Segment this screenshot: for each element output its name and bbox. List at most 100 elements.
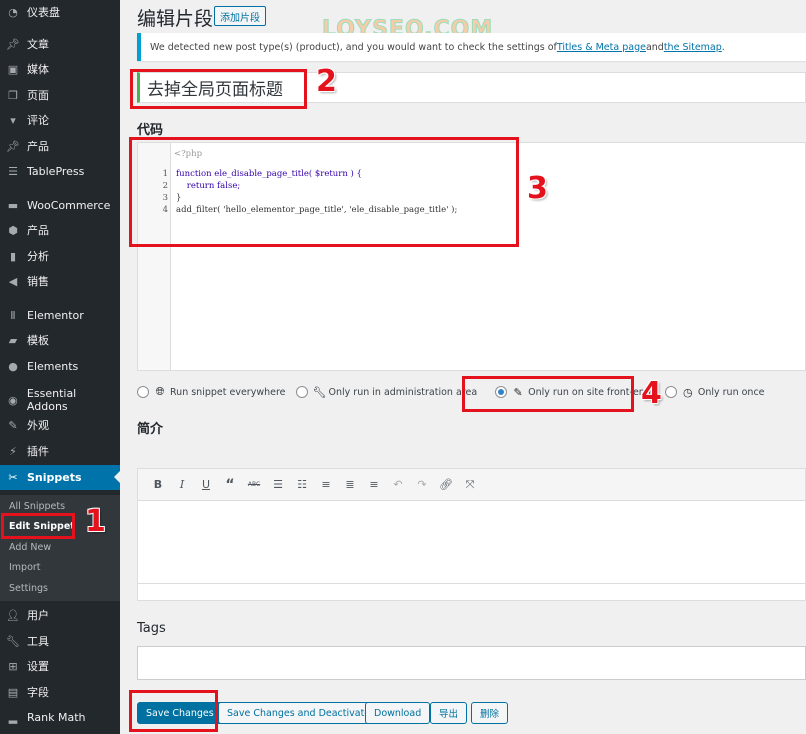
media-icon: ▣ <box>7 62 19 76</box>
plugin-icon: ⚡︎ <box>9 444 17 458</box>
sidebar-item-posts[interactable]: 📌︎ 文章 <box>0 32 120 56</box>
clock-icon: ◷ <box>683 385 693 399</box>
sidebar-item-tools[interactable]: 🔧︎ 工具 <box>0 629 120 653</box>
table-icon: ☰ <box>8 164 18 178</box>
align-right-icon[interactable]: ≡ <box>362 475 386 495</box>
pages-icon: ❐ <box>8 88 18 102</box>
dashboard-icon: ◔ <box>8 5 18 19</box>
editor-toolbar: B I U “ ABC ☰ ☷ ≡ ≣ ≡ ↶ ↷ 🔗︎ ⤧ <box>138 469 805 501</box>
download-button[interactable]: Download <box>365 702 431 724</box>
code-label: 代码 <box>137 123 164 138</box>
wrench-icon: 🔧︎ <box>312 385 327 399</box>
radio-admin[interactable] <box>295 386 308 398</box>
radio-once[interactable] <box>664 386 677 398</box>
align-left-icon[interactable]: ≡ <box>314 475 338 495</box>
blockquote-icon[interactable]: “ <box>218 475 242 495</box>
ea-icon: ◉ <box>8 393 18 407</box>
comment-icon: ▾ <box>10 113 16 127</box>
box-icon: ⬢ <box>8 223 18 237</box>
bullet-list-icon[interactable]: ☰ <box>266 475 290 495</box>
save-deactivate-button[interactable]: Save Changes and Deactivate <box>218 702 380 724</box>
scissors-icon: ✂ <box>8 471 18 484</box>
underline-icon[interactable]: U <box>194 475 218 495</box>
sidebar-item-tablepress[interactable]: ☰ TablePress <box>0 159 120 183</box>
megaphone-icon: ◀ <box>8 274 18 288</box>
redo-icon[interactable]: ↷ <box>410 475 434 495</box>
sidebar-item-wc-products[interactable]: ⬢ 产品 <box>0 218 120 242</box>
scope-once[interactable]: ◷ Only run once <box>664 385 765 399</box>
sidebar-item-elementor[interactable]: Ⅱ Elementor <box>0 303 120 327</box>
add-new-snippet-button[interactable]: 添加片段 <box>214 6 266 26</box>
annotation-box-3 <box>129 137 519 247</box>
sidebar-item-appearance[interactable]: ✎ 外观 <box>0 413 120 437</box>
undo-icon[interactable]: ↶ <box>386 475 410 495</box>
submenu-all-snippets[interactable]: All Snippets <box>9 501 65 512</box>
sidebar-item-plugins[interactable]: ⚡︎ 插件 <box>0 439 120 463</box>
scope-admin[interactable]: 🔧︎ Only run in administration area <box>295 385 477 399</box>
sidebar-item-analytics[interactable]: ▮ 分析 <box>0 244 120 268</box>
sidebar-item-marketing[interactable]: ◀ 销售 <box>0 269 120 293</box>
annotation-box-4 <box>462 376 634 412</box>
chart-icon: ▮ <box>9 249 17 263</box>
annotation-number-3: 3 <box>527 171 548 206</box>
sidebar-item-snippets[interactable]: ✂ Snippets <box>0 465 120 490</box>
delete-button[interactable]: 删除 <box>471 702 509 724</box>
annotation-number-4: 4 <box>641 376 662 411</box>
titles-meta-link[interactable]: Titles & Meta page <box>557 42 646 53</box>
link-icon[interactable]: 🔗︎ <box>434 475 458 495</box>
bold-icon[interactable]: B <box>146 475 170 495</box>
woo-icon: ▬ <box>7 198 19 212</box>
sidebar-item-media[interactable]: ▣ 媒体 <box>0 57 120 81</box>
sidebar-item-elements[interactable]: ● Elements <box>0 354 120 378</box>
sidebar-item-comments[interactable]: ▾ 评论 <box>0 108 120 132</box>
submenu-settings[interactable]: Settings <box>9 583 48 594</box>
settings-icon: ⊞ <box>8 659 18 673</box>
submenu-import[interactable]: Import <box>9 562 41 573</box>
wrench-icon: 🔧︎ <box>6 634 20 648</box>
sitemap-link[interactable]: the Sitemap <box>664 42 722 53</box>
sidebar-item-fields[interactable]: ▤ 字段 <box>0 680 120 704</box>
annotation-box-1 <box>1 513 75 539</box>
description-label: 简介 <box>137 422 164 437</box>
admin-sidebar: ◔ 仪表盘 📌︎ 文章 ▣ 媒体 ❐ 页面 ▾ 评论 📌︎ 产品 ☰ TablePress ▬… <box>0 0 120 734</box>
fields-icon: ▤ <box>7 685 19 699</box>
description-textarea[interactable] <box>138 501 805 584</box>
sidebar-item-dashboard[interactable]: ◔ 仪表盘 <box>0 0 120 24</box>
annotation-box-2 <box>130 69 307 109</box>
sidebar-item-rank-math[interactable]: ▂ Rank Math <box>0 705 120 729</box>
sidebar-item-users[interactable]: 👤︎ 用户 <box>0 603 120 627</box>
description-editor: B I U “ ABC ☰ ☷ ≡ ≣ ≡ ↶ ↷ 🔗︎ ⤧ <box>137 468 806 601</box>
sidebar-item-settings[interactable]: ⊞ 设置 <box>0 654 120 678</box>
align-center-icon[interactable]: ≣ <box>338 475 362 495</box>
strikethrough-icon[interactable]: ABC <box>242 475 266 495</box>
elementor-icon: Ⅱ <box>10 308 16 322</box>
pin-icon: 📌︎ <box>6 139 20 153</box>
sidebar-item-woocommerce[interactable]: ▬ WooCommerce <box>0 193 120 217</box>
annotation-number-2: 2 <box>316 64 337 99</box>
scope-options: 🌐︎ Run snippet everywhere 🔧︎ Only run in a… <box>137 383 775 401</box>
export-button[interactable]: 导出 <box>430 702 468 724</box>
annotation-number-1: 1 <box>85 504 106 539</box>
scope-everywhere[interactable]: 🌐︎ Run snippet everywhere <box>137 385 286 399</box>
folder-icon: ▰ <box>8 333 18 347</box>
page-title: 编辑片段 <box>137 8 214 30</box>
tags-label: Tags <box>137 621 166 636</box>
admin-notice: We detected new post type(s) (product), … <box>137 33 806 61</box>
user-icon: 👤︎ <box>6 608 20 622</box>
tags-input[interactable] <box>137 646 806 680</box>
pin-icon: 📌︎ <box>6 37 20 51</box>
submenu-add-new[interactable]: Add New <box>9 542 51 553</box>
sidebar-item-templates[interactable]: ▰ 模板 <box>0 328 120 352</box>
sidebar-item-products[interactable]: 📌︎ 产品 <box>0 134 120 158</box>
radio-everywhere[interactable] <box>137 386 149 398</box>
drop-icon: ● <box>8 359 18 373</box>
brush-icon: ✎ <box>8 418 18 432</box>
annotation-box-save <box>129 690 218 732</box>
globe-icon: 🌐︎ <box>155 385 165 398</box>
rankmath-icon: ▂ <box>8 710 18 724</box>
sidebar-item-essential-addons[interactable]: ◉ Essential Addons <box>0 387 120 413</box>
fullscreen-icon[interactable]: ⤧ <box>458 475 482 495</box>
sidebar-item-pages[interactable]: ❐ 页面 <box>0 83 120 107</box>
numbered-list-icon[interactable]: ☷ <box>290 475 314 495</box>
italic-icon[interactable]: I <box>170 475 194 495</box>
